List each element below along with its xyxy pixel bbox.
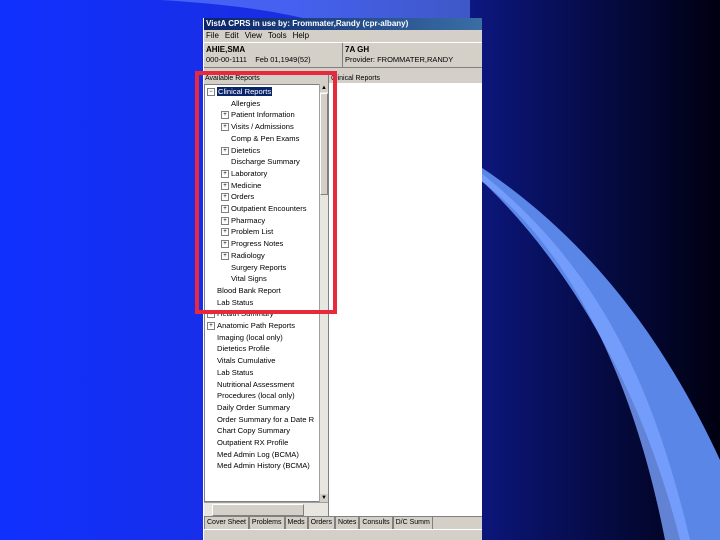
patient-location: 7A GH <box>345 45 370 54</box>
status-bar <box>204 529 482 540</box>
tree-node[interactable]: Order Summary for a Date R <box>207 415 314 425</box>
tree-node[interactable]: Daily Order Summary <box>207 403 290 413</box>
tree-node[interactable]: Procedures (local only) <box>207 391 295 401</box>
tree-node-label: Med Admin History (BCMA) <box>217 461 310 471</box>
tree-node-label: Nutritional Assessment <box>217 379 295 389</box>
patient-ssn: 000-00-1111 <box>206 55 247 64</box>
hscroll-thumb[interactable] <box>212 504 304 516</box>
tree-node-label: Procedures (local only) <box>217 391 295 401</box>
provider-name: Provider: FROMMATER,RANDY <box>345 55 454 64</box>
menu-edit[interactable]: Edit <box>225 30 239 42</box>
tree-node-label: Chart Copy Summary <box>217 426 291 436</box>
tree-node-label: Dietetics Profile <box>217 344 270 354</box>
menu-view[interactable]: View <box>245 30 262 42</box>
menu-bar: File Edit View Tools Help <box>204 30 482 42</box>
menu-help[interactable]: Help <box>293 30 309 42</box>
tree-node[interactable]: Med Admin Log (BCMA) <box>207 450 299 460</box>
chart-tabs: Cover Sheet Problems Meds Orders Notes Consul… <box>204 516 482 530</box>
expand-icon[interactable]: + <box>207 322 215 330</box>
tree-node[interactable]: Med Admin History (BCMA) <box>207 461 310 471</box>
tree-node-label: Med Admin Log (BCMA) <box>217 449 299 459</box>
tree-node-label: Lab Status <box>217 367 254 377</box>
scroll-down-arrow-icon[interactable]: ▼ <box>320 494 328 502</box>
tree-node[interactable]: Chart Copy Summary <box>207 426 290 436</box>
patient-bar: AHIE,SMA 000-00-1111 Feb 01,1949(52) 7A … <box>204 42 482 68</box>
tree-node[interactable]: Lab Status <box>207 368 253 378</box>
menu-tools[interactable]: Tools <box>268 30 287 42</box>
patient-name: AHIE,SMA <box>206 45 246 54</box>
menu-file[interactable]: File <box>206 30 219 42</box>
tree-node-label: Order Summary for a Date R <box>217 414 315 424</box>
patient-info-button[interactable]: AHIE,SMA 000-00-1111 Feb 01,1949(52) <box>204 43 343 67</box>
tree-node-label: Imaging (local only) <box>217 332 283 342</box>
tree-node-label: Outpatient RX Profile <box>217 438 289 447</box>
patient-dob: Feb 01,1949(52) <box>255 55 311 64</box>
tree-node[interactable]: Vitals Cumulative <box>207 356 276 366</box>
tree-node[interactable]: Dietetics Profile <box>207 344 270 354</box>
tree-node[interactable]: + Anatomic Path Reports <box>207 321 295 331</box>
tree-node-label: Vitals Cumulative <box>217 356 276 366</box>
encounter-button[interactable]: 7A GH Provider: FROMMATER,RANDY <box>343 43 482 67</box>
tree-node-label: Anatomic Path Reports <box>217 321 296 330</box>
window-title: VistA CPRS in use by: Frommater,Randy (c… <box>204 18 482 30</box>
clinical-reports-header: Clinical Reports <box>329 74 482 83</box>
tree-node-label: Daily Order Summary <box>217 402 290 412</box>
tree-node[interactable]: Outpatient RX Profile <box>207 438 288 448</box>
tree-node[interactable]: Imaging (local only) <box>207 333 283 343</box>
clinical-reports-pane: Clinical Reports <box>328 74 482 516</box>
tree-horizontal-scrollbar[interactable] <box>204 502 328 516</box>
highlight-box <box>195 71 337 314</box>
tree-node[interactable]: Nutritional Assessment <box>207 380 294 390</box>
